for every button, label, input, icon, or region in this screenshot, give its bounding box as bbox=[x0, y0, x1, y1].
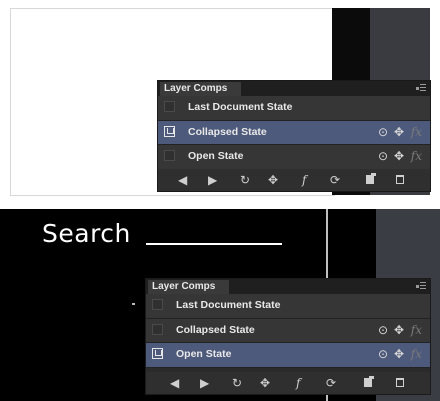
delete-icon[interactable] bbox=[396, 175, 404, 184]
layer-comp-label: Collapsed State bbox=[176, 323, 255, 336]
layer-comp-row-collapsed-state[interactable]: Collapsed State ⊙ ✥ fx bbox=[146, 318, 430, 343]
layer-comp-row-open-state[interactable]: Open State ⊙ ✥ fx bbox=[158, 145, 430, 170]
update-icon[interactable]: ⟳ bbox=[330, 173, 340, 187]
visibility-icon: ⊙ bbox=[377, 322, 388, 337]
visibility-icon: ⊙ bbox=[377, 124, 388, 139]
apply-position-icon[interactable]: ✥ bbox=[268, 173, 278, 187]
layer-comps-list: Last Document State Collapsed State ⊙ ✥ … bbox=[146, 294, 430, 368]
apply-visibility-icon[interactable]: ↻ bbox=[232, 376, 242, 390]
style-fx-icon: fx bbox=[410, 347, 422, 361]
layer-comp-label: Last Document State bbox=[176, 299, 281, 311]
apply-style-icon[interactable]: f bbox=[302, 173, 306, 187]
style-fx-icon: fx bbox=[410, 124, 422, 139]
screenshot-open: Search Layer Comps Last Document State C… bbox=[0, 209, 440, 401]
comp-checkbox[interactable] bbox=[164, 150, 175, 161]
comp-checkbox[interactable] bbox=[152, 299, 163, 310]
layer-comp-row-last-document-state[interactable]: Last Document State bbox=[146, 294, 430, 319]
screenshot-collapsed: Layer Comps Last Document State Collapse… bbox=[0, 0, 440, 200]
apply-visibility-icon[interactable]: ↻ bbox=[240, 173, 250, 187]
layer-comps-panel: Layer Comps Last Document State Collapse… bbox=[157, 80, 431, 192]
comp-applied-icon[interactable] bbox=[152, 348, 163, 359]
layer-comp-row-last-document-state[interactable]: Last Document State bbox=[158, 96, 430, 121]
panel-tab-strip: Layer Comps bbox=[146, 279, 430, 294]
style-fx-icon: fx bbox=[410, 149, 422, 163]
prev-arrow-icon[interactable]: ◀ bbox=[178, 173, 187, 187]
new-comp-icon[interactable] bbox=[366, 173, 376, 184]
position-icon: ✥ bbox=[393, 124, 404, 139]
tab-layer-comps[interactable]: Layer Comps bbox=[148, 280, 230, 294]
panel-tab-strip: Layer Comps bbox=[158, 81, 430, 96]
visibility-icon: ⊙ bbox=[377, 347, 388, 361]
comp-checkbox[interactable] bbox=[164, 101, 175, 112]
delete-icon[interactable] bbox=[396, 378, 404, 387]
position-icon: ✥ bbox=[393, 347, 404, 361]
search-underline bbox=[146, 243, 282, 245]
panel-menu-icon[interactable] bbox=[416, 281, 426, 291]
marker-tick bbox=[132, 303, 135, 305]
layer-comp-label: Last Document State bbox=[188, 101, 293, 113]
layer-comp-label: Collapsed State bbox=[188, 125, 267, 138]
position-icon: ✥ bbox=[393, 322, 404, 337]
update-icon[interactable]: ⟳ bbox=[326, 376, 336, 390]
next-arrow-icon[interactable]: ▶ bbox=[208, 173, 217, 187]
apply-position-icon[interactable]: ✥ bbox=[260, 376, 270, 390]
style-fx-icon: fx bbox=[410, 322, 422, 337]
panel-toolbar: ◀ ▶ ↻ ✥ f ⟳ bbox=[158, 169, 430, 191]
layer-comp-row-open-state[interactable]: Open State ⊙ ✥ fx bbox=[146, 343, 430, 368]
search-label: Search bbox=[42, 219, 131, 248]
comp-applied-icon[interactable] bbox=[164, 125, 175, 137]
layer-comp-label: Open State bbox=[188, 150, 244, 162]
tab-layer-comps[interactable]: Layer Comps bbox=[160, 82, 242, 96]
panel-toolbar: ◀ ▶ ↻ ✥ f ⟳ bbox=[146, 372, 430, 394]
next-arrow-icon[interactable]: ▶ bbox=[200, 376, 209, 390]
prev-arrow-icon[interactable]: ◀ bbox=[170, 376, 179, 390]
visibility-icon: ⊙ bbox=[377, 149, 388, 163]
new-comp-icon[interactable] bbox=[364, 376, 374, 387]
position-icon: ✥ bbox=[393, 149, 404, 163]
layer-comps-panel: Layer Comps Last Document State Collapse… bbox=[145, 278, 431, 395]
panel-menu-icon[interactable] bbox=[416, 83, 426, 93]
comp-checkbox[interactable] bbox=[152, 323, 163, 335]
apply-style-icon[interactable]: f bbox=[296, 376, 300, 390]
layer-comp-row-collapsed-state[interactable]: Collapsed State ⊙ ✥ fx bbox=[158, 120, 430, 145]
layer-comps-list: Last Document State Collapsed State ⊙ ✥ … bbox=[158, 96, 430, 170]
layer-comp-label: Open State bbox=[176, 348, 232, 360]
